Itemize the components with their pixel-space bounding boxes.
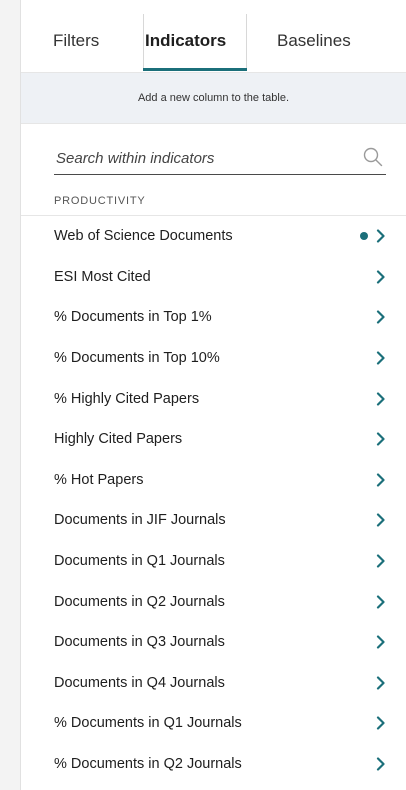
chevron-right-icon[interactable] — [376, 432, 386, 446]
list-item-label: Highly Cited Papers — [54, 431, 183, 448]
search-input[interactable] — [54, 146, 338, 170]
list-item-label: % Documents in Top 10% — [54, 350, 220, 367]
chevron-right-icon[interactable] — [376, 676, 386, 690]
list-item[interactable]: Documents in Q3 Journals — [21, 622, 406, 663]
list-item-label: % Documents in Top 1% — [54, 309, 212, 326]
hint-text: Add a new column to the table. — [137, 92, 290, 104]
chevron-right-icon[interactable] — [376, 595, 386, 609]
chevron-right-icon[interactable] — [376, 635, 386, 649]
list-item[interactable]: % Hot Papers — [21, 460, 406, 501]
list-item[interactable]: % Documents in Q1 Journals — [21, 703, 406, 744]
hint-banner: Add a new column to the table. — [21, 73, 406, 124]
list-item[interactable]: Documents in JIF Journals — [21, 500, 406, 541]
list-item-label: % Highly Cited Papers — [54, 390, 200, 407]
chevron-right-icon[interactable] — [376, 554, 386, 568]
chevron-right-icon[interactable] — [376, 229, 386, 243]
list-item[interactable]: Web of Science Documents — [21, 216, 406, 257]
list-item[interactable]: Highly Cited Papers — [21, 419, 406, 460]
tab-filters[interactable]: Filters — [53, 31, 99, 51]
list-item-label: Web of Science Documents — [54, 228, 233, 245]
list-item[interactable]: % Documents in Q2 Journals — [21, 744, 406, 785]
tab-indicators[interactable]: Indicators — [145, 31, 226, 51]
list-item[interactable]: % Documents in Top 10% — [21, 338, 406, 379]
list-item-label: Documents in Q3 Journals — [54, 634, 225, 651]
list-item-label: ESI Most Cited — [54, 268, 151, 285]
chevron-right-icon[interactable] — [376, 716, 386, 731]
section-header-productivity: PRODUCTIVITY — [54, 195, 146, 207]
chevron-right-icon[interactable] — [376, 351, 386, 365]
search-field — [54, 140, 386, 175]
indicator-list: Web of Science Documents ESI Most Cited % … — [21, 216, 406, 784]
chevron-right-icon[interactable] — [376, 310, 386, 325]
tab-baselines[interactable]: Baselines — [277, 31, 351, 51]
tab-bar: Filters Indicators Baselines — [21, 0, 406, 73]
list-item-label: Documents in Q4 Journals — [54, 674, 225, 691]
list-item[interactable]: Documents in Q4 Journals — [21, 663, 406, 704]
list-item[interactable]: Documents in Q1 Journals — [21, 541, 406, 582]
list-item[interactable]: % Documents in Top 1% — [21, 297, 406, 338]
active-tab-underline — [143, 68, 247, 71]
list-item[interactable]: % Highly Cited Papers — [21, 378, 406, 419]
list-item-label: % Documents in Q2 Journals — [54, 756, 242, 773]
list-item[interactable]: ESI Most Cited — [21, 257, 406, 298]
list-item-label: Documents in Q2 Journals — [54, 593, 225, 610]
list-item-label: Documents in JIF Journals — [54, 512, 226, 529]
list-item-label: % Documents in Q1 Journals — [54, 715, 242, 732]
chevron-right-icon[interactable] — [376, 270, 386, 284]
search-icon[interactable] — [362, 146, 384, 168]
list-item[interactable]: Documents in Q2 Journals — [21, 581, 406, 622]
list-item-label: % Hot Papers — [54, 471, 144, 488]
chevron-right-icon[interactable] — [376, 473, 386, 487]
indicators-panel: Filters Indicators Baselines Add a new c… — [20, 0, 406, 790]
chevron-right-icon[interactable] — [376, 757, 386, 771]
chevron-right-icon[interactable] — [376, 392, 386, 406]
selected-indicator-dot — [360, 232, 368, 241]
chevron-right-icon[interactable] — [376, 513, 386, 528]
list-item-label: Documents in Q1 Journals — [54, 553, 225, 570]
